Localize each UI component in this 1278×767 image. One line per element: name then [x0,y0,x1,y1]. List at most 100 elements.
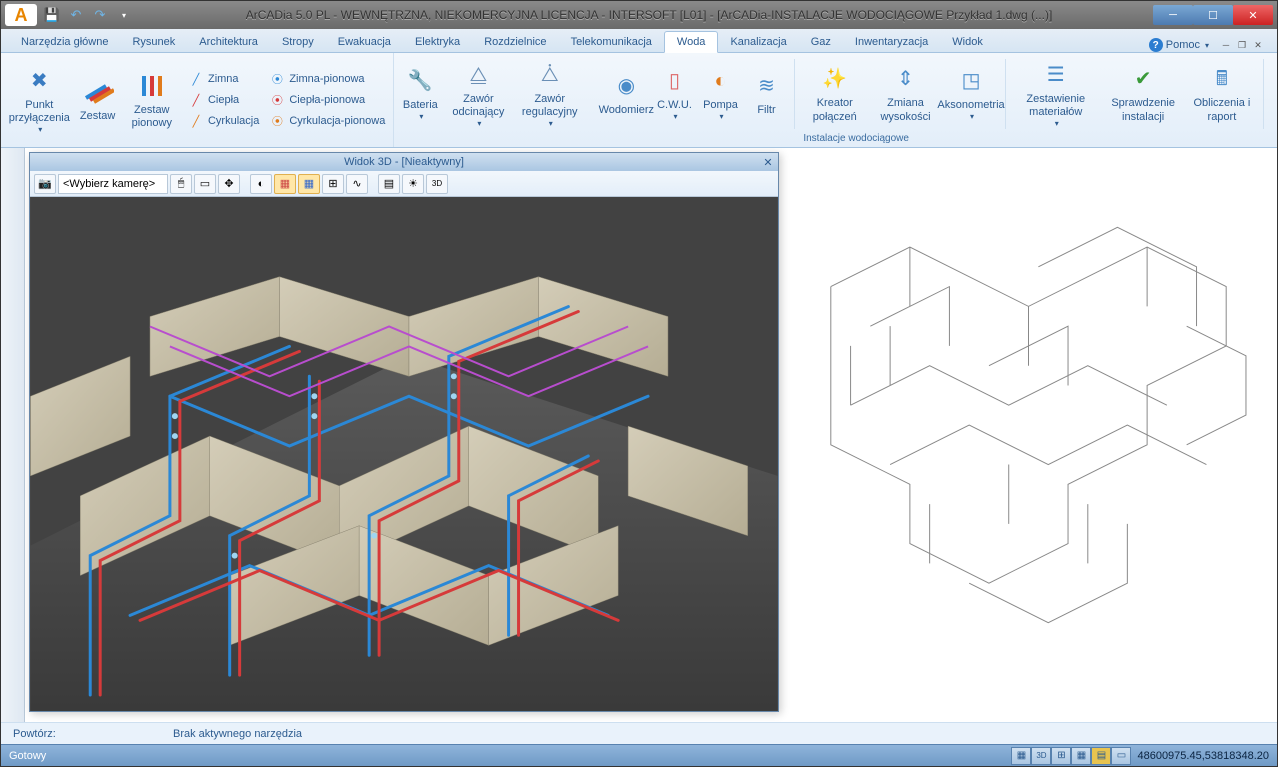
export-3d-button[interactable]: 3D [426,174,448,194]
chevron-down-icon: ▾ [1205,41,1209,50]
view-option-2-button[interactable]: ☀ [402,174,424,194]
workspace[interactable]: Widok 3D - [Nieaktywny] ✕ 📷 🖱 ▭ ✥ ◐ ▦ ▦ … [1,148,1277,722]
circ-pipe-icon: ╱ [188,113,204,129]
view3d-titlebar[interactable]: Widok 3D - [Nieaktywny] ✕ [30,153,778,171]
render-mode-3-button[interactable]: ▦ [298,174,320,194]
command-prompt-bar: Powtórz: Brak aktywnego narzędzia [1,722,1277,744]
ribbon: ✖ Punkt przyłączenia▾ Zestaw Zestaw pion… [1,53,1277,148]
minimize-button[interactable]: ─ [1153,5,1193,25]
opcje-button[interactable]: 📄Opcje [1270,68,1278,119]
punkt-przylaczenia-button[interactable]: ✖ Punkt przyłączenia▾ [5,63,74,137]
status-coords: 48600975.45,53818348.20 [1137,750,1269,762]
tab-telekomunikacja[interactable]: Telekomunikacja [559,32,664,52]
help-button[interactable]: ? Pomoc ▾ [1149,38,1209,52]
cyrkulacja-pionowa-button[interactable]: ⦿Cyrkulacja-pionowa [265,111,389,131]
sb-grid-button[interactable]: ▦ [1071,747,1091,765]
connection-wizard-icon: ✨ [819,63,851,95]
change-height-icon: ⇕ [890,63,922,95]
maximize-button[interactable]: ☐ [1193,5,1233,25]
view3d-close-button[interactable]: ✕ [760,155,776,169]
check-install-icon: ✔ [1127,63,1159,95]
bateria-button[interactable]: 🔧Bateria▾ [398,63,442,124]
ciepla-button[interactable]: ╱Ciepła [184,90,263,110]
tab-inwentaryzacja[interactable]: Inwentaryzacja [843,32,940,52]
help-icon: ? [1149,38,1163,52]
tab-ewakuacja[interactable]: Ewakuacja [326,32,403,52]
undo-icon[interactable]: ↶ [65,5,87,25]
select-mode-button[interactable]: ▭ [194,174,216,194]
wireframe-button[interactable]: ⊞ [322,174,344,194]
aksonometria-button[interactable]: ◳Aksonometria▾ [943,63,999,124]
zimna-pionowa-button[interactable]: ⦿Zimna-pionowa [265,69,389,89]
render-mode-2-button[interactable]: ▦ [274,174,296,194]
ruler-vertical [1,148,25,722]
qat-dropdown-icon[interactable]: ▾ [113,5,135,25]
zimna-button[interactable]: ╱Zimna [184,69,263,89]
camera-settings-button[interactable]: 📷 [34,174,56,194]
curve-button[interactable]: ∿ [346,174,368,194]
ciepla-pionowa-button[interactable]: ⦿Ciepła-pionowa [265,90,389,110]
pump-icon: ◐ [704,65,736,97]
zawor-odcinajacy-button[interactable]: ⧋Zawór odcinający▾ [444,57,512,131]
tab-kanalizacja[interactable]: Kanalizacja [718,32,798,52]
filtr-button[interactable]: ≋Filtr [744,68,788,119]
cyrkulacja-button[interactable]: ╱Cyrkulacja [184,111,263,131]
pompa-button[interactable]: ◐Pompa▾ [698,63,742,124]
sb-layers-button[interactable]: ▤ [1091,747,1111,765]
statusbar: Gotowy ▦ 3D ⊞ ▦ ▤ ▭ 48600975.45,53818348… [1,744,1277,766]
water-meter-icon: ◉ [610,70,642,102]
tab-woda[interactable]: Woda [664,31,719,53]
pan-mode-button[interactable]: ✥ [218,174,240,194]
sb-view-1-button[interactable]: ▦ [1011,747,1031,765]
doc-close-button[interactable]: ✕ [1251,38,1265,52]
camera-select-input[interactable] [58,174,168,194]
view3d-canvas[interactable] [30,197,778,711]
valve-cut-icon: ⧋ [462,59,494,91]
ribbon-group-title: Instalacje wodociągowe [398,132,1278,145]
sb-props-button[interactable]: ▭ [1111,747,1131,765]
hot-pipe-v-icon: ⦿ [269,92,285,108]
pipe-set-vertical-icon [136,70,168,102]
save-icon[interactable]: 💾 [41,5,63,25]
doc-minimize-button[interactable]: ─ [1219,38,1233,52]
prompt-label: Powtórz: [13,728,173,740]
obliczenia-button[interactable]: 🖩Obliczenia i raport [1187,61,1257,125]
zawor-regulacyjny-button[interactable]: ⧊Zawór regulacyjny▾ [514,57,585,131]
render-mode-1-button[interactable]: ◐ [250,174,272,194]
tab-gaz[interactable]: Gaz [799,32,843,52]
kreator-polaczen-button[interactable]: ✨Kreator połączeń [801,61,868,125]
cold-pipe-icon: ╱ [188,71,204,87]
zestawienie-materialow-button[interactable]: ☰Zestawienie materiałów▾ [1012,57,1099,131]
tab-stropy[interactable]: Stropy [270,32,326,52]
pipe-set-icon [82,76,114,108]
zmiana-wysokosci-button[interactable]: ⇕Zmiana wysokości [870,61,941,125]
tab-narzedzia[interactable]: Narzędzia główne [9,32,120,52]
zestaw-button[interactable]: Zestaw [76,74,120,125]
valve-reg-icon: ⧊ [534,59,566,91]
app-menu-button[interactable]: A [5,4,37,26]
wodomierz-button[interactable]: ◉Wodomierz [602,68,650,119]
view-option-1-button[interactable]: ▤ [378,174,400,194]
hot-pipe-icon: ╱ [188,92,204,108]
sb-view-3d-button[interactable]: 3D [1031,747,1051,765]
tab-elektryka[interactable]: Elektryka [403,32,472,52]
cold-pipe-v-icon: ⦿ [269,71,285,87]
tab-rysunek[interactable]: Rysunek [120,32,187,52]
ribbon-tabs: Narzędzia główne Rysunek Architektura St… [1,29,1277,53]
zestaw-pionowy-button[interactable]: Zestaw pionowy [122,68,182,132]
close-button[interactable]: ✕ [1233,5,1273,25]
tab-widok[interactable]: Widok [940,32,995,52]
sb-view-2-button[interactable]: ⊞ [1051,747,1071,765]
prompt-value: Brak aktywnego narzędzia [173,728,302,740]
tab-rozdzielnice[interactable]: Rozdzielnice [472,32,558,52]
redo-icon[interactable]: ↷ [89,5,111,25]
doc-restore-button[interactable]: ❐ [1235,38,1249,52]
filter-icon: ≋ [750,70,782,102]
tab-architektura[interactable]: Architektura [187,32,270,52]
orbit-button[interactable]: 🖱 [170,174,192,194]
axonometry-icon: ◳ [955,65,987,97]
quick-access-toolbar: 💾 ↶ ↷ ▾ [41,5,135,25]
sprawdzenie-instalacji-button[interactable]: ✔Sprawdzenie instalacji [1101,61,1184,125]
cwu-button[interactable]: ▯C.W.U.▾ [652,63,696,124]
material-list-icon: ☰ [1040,59,1072,91]
